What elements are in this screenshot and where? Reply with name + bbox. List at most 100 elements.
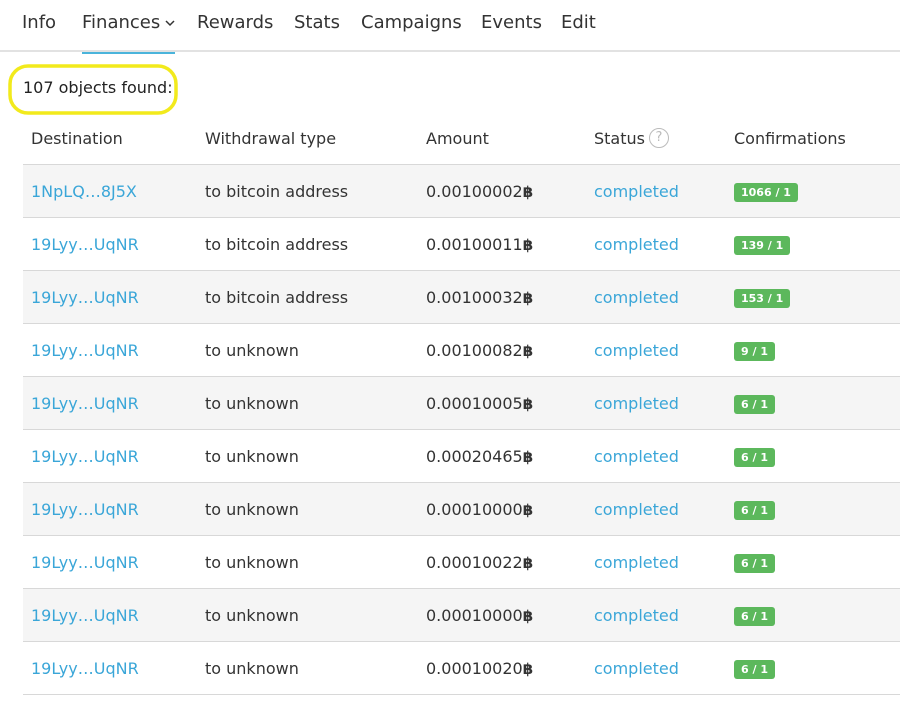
amount-cell: 0.00100002฿ <box>426 182 533 201</box>
amount-cell: 0.00010022฿ <box>426 553 533 572</box>
tab-label: Campaigns <box>361 12 462 33</box>
tab-label: Edit <box>561 12 596 33</box>
table-row: 1NpLQ…8J5X to bitcoin address 0.00100002฿ c… <box>23 165 900 218</box>
destination-link[interactable]: 1NpLQ…8J5X <box>31 182 137 201</box>
header-confirmations: Confirmations <box>734 129 846 148</box>
withdrawal-type: to unknown <box>205 553 299 572</box>
confirmations-badge: 6 / 1 <box>734 501 775 520</box>
withdrawal-type: to unknown <box>205 606 299 625</box>
tab-label: Rewards <box>197 12 274 33</box>
amount-cell: 0.00010000฿ <box>426 500 533 519</box>
amount-value: 0.00100011 <box>426 235 523 254</box>
confirmations-badge: 6 / 1 <box>734 395 775 414</box>
confirmations-badge: 1066 / 1 <box>734 183 798 202</box>
destination-link[interactable]: 19Lyy…UqNR <box>31 394 139 413</box>
destination-link[interactable]: 19Lyy…UqNR <box>31 606 139 625</box>
status-link[interactable]: completed <box>594 182 679 201</box>
table-row: 19Lyy…UqNR to unknown 0.00010022฿ completed… <box>23 536 900 589</box>
table-row: 19Lyy…UqNR to unknown 0.00010000฿ completed… <box>23 589 900 642</box>
bitcoin-icon: ฿ <box>522 554 534 572</box>
destination-link[interactable]: 19Lyy…UqNR <box>31 447 139 466</box>
withdrawal-type: to unknown <box>205 659 299 678</box>
amount-cell: 0.00010020฿ <box>426 659 533 678</box>
withdrawal-type: to unknown <box>205 394 299 413</box>
tab-bar: Info Finances Rewards Stats Campaigns Ev… <box>0 0 900 54</box>
bitcoin-icon: ฿ <box>522 660 534 678</box>
destination-link[interactable]: 19Lyy…UqNR <box>31 235 139 254</box>
chevron-down-icon <box>165 11 175 32</box>
header-status-label: Status <box>594 129 645 148</box>
destination-link[interactable]: 19Lyy…UqNR <box>31 288 139 307</box>
amount-value: 0.00100032 <box>426 288 523 307</box>
bitcoin-icon: ฿ <box>522 607 534 625</box>
bitcoin-icon: ฿ <box>522 395 534 413</box>
tab-stats[interactable]: Stats <box>294 12 340 33</box>
table-row: 19Lyy…UqNR to unknown 0.00010000฿ completed… <box>23 483 900 536</box>
destination-link[interactable]: 19Lyy…UqNR <box>31 341 139 360</box>
status-link[interactable]: completed <box>594 659 679 678</box>
amount-value: 0.00010005 <box>426 394 523 413</box>
withdrawal-type: to unknown <box>205 447 299 466</box>
confirmations-badge: 6 / 1 <box>734 660 775 679</box>
amount-cell: 0.00100011฿ <box>426 235 533 254</box>
status-link[interactable]: completed <box>594 606 679 625</box>
withdrawal-type: to bitcoin address <box>205 235 349 254</box>
bitcoin-icon: ฿ <box>522 342 534 360</box>
amount-cell: 0.00010000฿ <box>426 606 533 625</box>
table-row: 19Lyy…UqNR to unknown 0.00020465฿ completed… <box>23 430 900 483</box>
amount-value: 0.00010022 <box>426 553 523 572</box>
amount-value: 0.00010000 <box>426 500 523 519</box>
withdrawal-type: to bitcoin address <box>205 288 349 307</box>
results-count-highlight: 107 objects found: <box>8 64 178 115</box>
bitcoin-icon: ฿ <box>522 448 534 466</box>
status-link[interactable]: completed <box>594 500 679 519</box>
status-link[interactable]: completed <box>594 553 679 572</box>
table-body: 1NpLQ…8J5X to bitcoin address 0.00100002฿ c… <box>23 165 900 695</box>
results-count: 107 objects found: <box>23 78 173 97</box>
withdrawal-type: to unknown <box>205 341 299 360</box>
tab-label: Finances <box>82 12 161 33</box>
status-link[interactable]: completed <box>594 447 679 466</box>
withdrawals-table: Destination Withdrawal type Amount Statu… <box>23 113 900 695</box>
table-row: 19Lyy…UqNR to unknown 0.00010005฿ completed… <box>23 377 900 430</box>
confirmations-badge: 6 / 1 <box>734 554 775 573</box>
tab-label: Info <box>22 12 57 33</box>
help-icon[interactable]: ? <box>648 127 669 148</box>
destination-link[interactable]: 19Lyy…UqNR <box>31 500 139 519</box>
destination-link[interactable]: 19Lyy…UqNR <box>31 553 139 572</box>
destination-link[interactable]: 19Lyy…UqNR <box>31 659 139 678</box>
table-row: 19Lyy…UqNR to unknown 0.00100082฿ completed… <box>23 324 900 377</box>
tab-finances[interactable]: Finances <box>82 11 176 54</box>
amount-cell: 0.00100082฿ <box>426 341 533 360</box>
header-status: Status? <box>594 127 669 150</box>
amount-value: 0.00010020 <box>426 659 523 678</box>
amount-cell: 0.00010005฿ <box>426 394 533 413</box>
tab-campaigns[interactable]: Campaigns <box>361 12 462 33</box>
status-link[interactable]: completed <box>594 288 679 307</box>
bitcoin-icon: ฿ <box>522 289 534 307</box>
bitcoin-icon: ฿ <box>522 236 534 254</box>
tab-info[interactable]: Info <box>22 12 56 33</box>
status-link[interactable]: completed <box>594 341 679 360</box>
status-link[interactable]: completed <box>594 394 679 413</box>
tab-edit[interactable]: Edit <box>561 12 596 33</box>
amount-cell: 0.00100032฿ <box>426 288 533 307</box>
confirmations-badge: 153 / 1 <box>734 289 791 308</box>
amount-value: 0.00010000 <box>426 606 523 625</box>
amount-value: 0.00020465 <box>426 447 523 466</box>
status-link[interactable]: completed <box>594 235 679 254</box>
header-withdrawal-type: Withdrawal type <box>205 129 337 148</box>
tab-label: Stats <box>294 12 340 33</box>
withdrawal-type: to unknown <box>205 500 299 519</box>
confirmations-badge: 139 / 1 <box>734 236 791 255</box>
withdrawal-type: to bitcoin address <box>205 182 349 201</box>
bitcoin-icon: ฿ <box>522 501 534 519</box>
tab-label: Events <box>481 12 542 33</box>
confirmations-badge: 9 / 1 <box>734 342 775 361</box>
tab-events[interactable]: Events <box>481 12 542 33</box>
tab-rewards[interactable]: Rewards <box>197 12 273 33</box>
table-row: 19Lyy…UqNR to bitcoin address 0.00100011฿ c… <box>23 218 900 271</box>
confirmations-badge: 6 / 1 <box>734 448 775 467</box>
confirmations-badge: 6 / 1 <box>734 607 775 626</box>
amount-value: 0.00100002 <box>426 182 523 201</box>
